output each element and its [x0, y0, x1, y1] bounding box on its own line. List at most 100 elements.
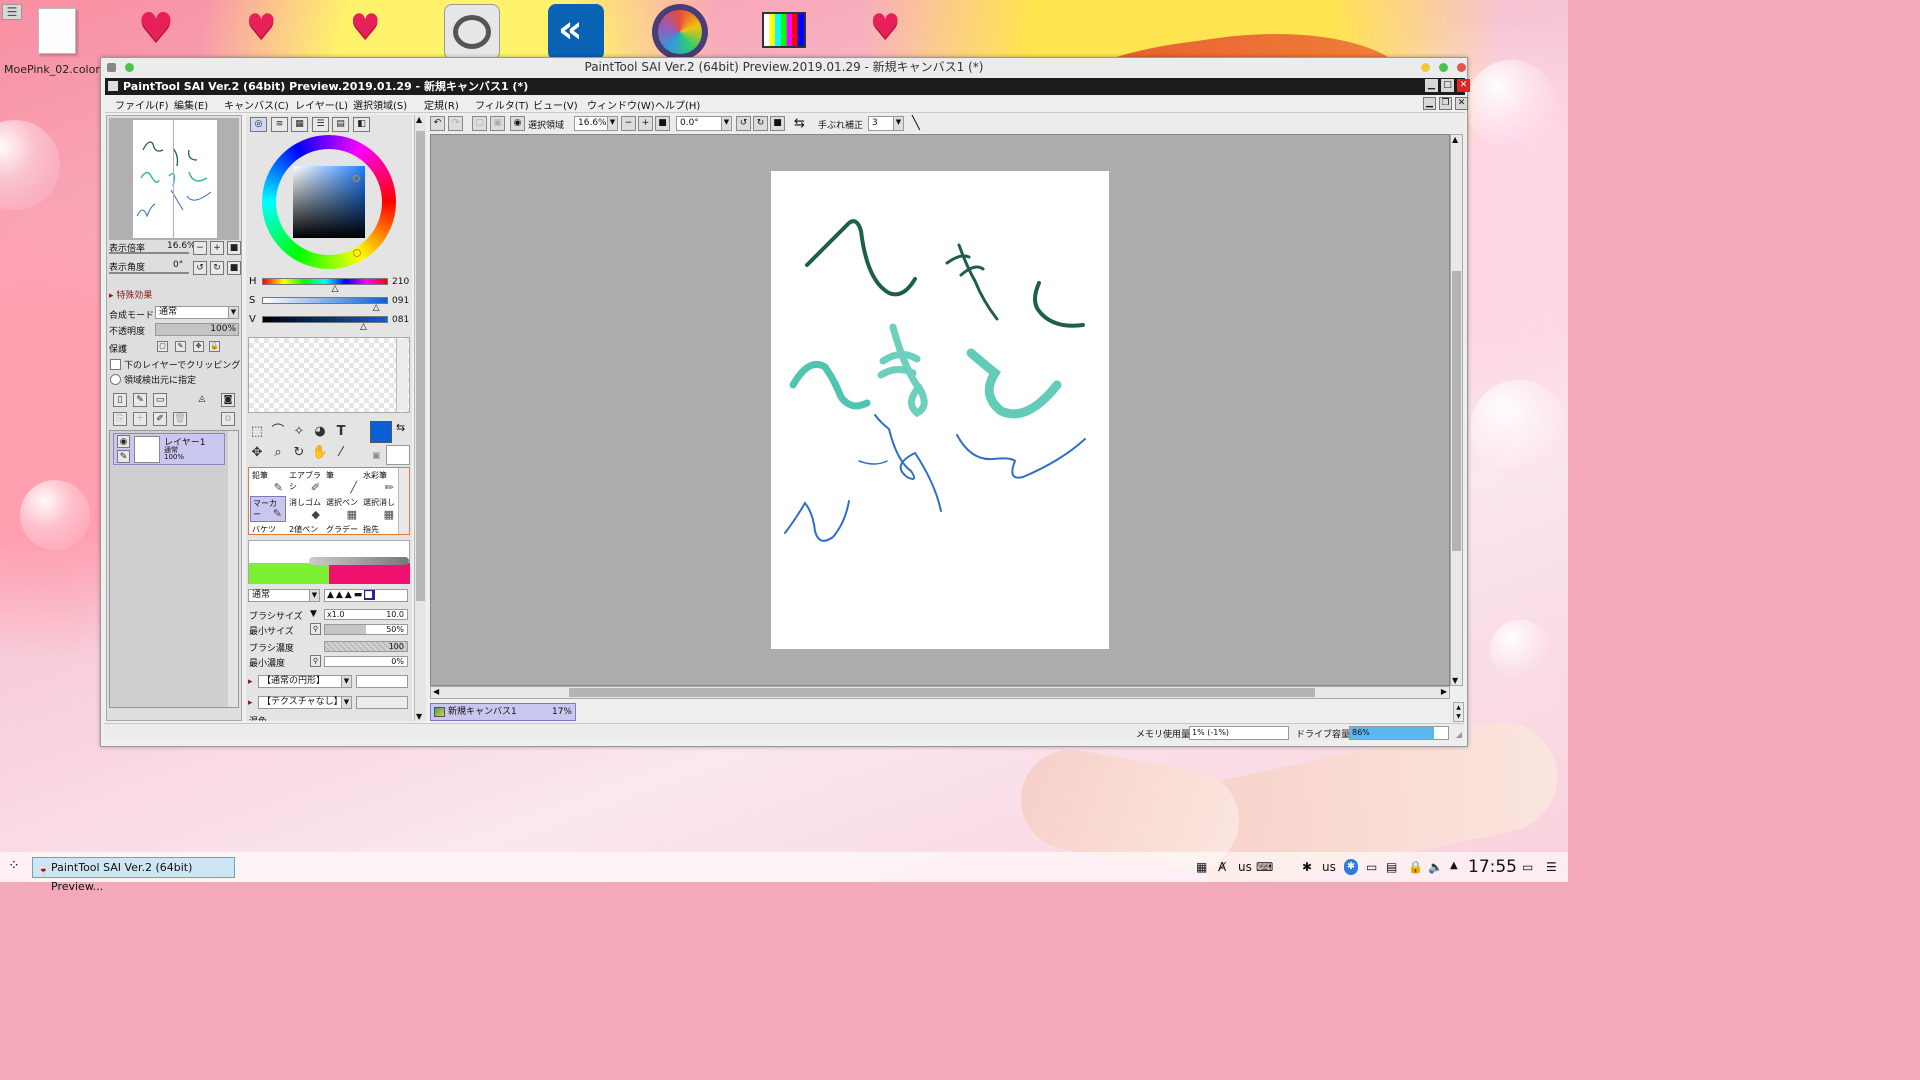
pressure-density-icon[interactable]: ⚲ — [310, 655, 321, 667]
menu-window[interactable]: ウィンドウ(W) — [587, 97, 655, 112]
zoom-in-button[interactable]: + — [210, 241, 224, 255]
mail-heart-icon-3[interactable]: ♥ — [860, 4, 916, 60]
flip-horizontal-icon[interactable]: ⇆ — [794, 116, 805, 131]
scroll-down-icon[interactable]: ▼ — [416, 712, 422, 721]
desktop-menu-button[interactable]: ☰ — [2, 4, 22, 20]
size-dropdown-icon[interactable]: ▼ — [310, 609, 317, 619]
selection-visible-icon[interactable]: ◉ — [510, 116, 525, 131]
resize-grip-icon[interactable]: ◢ — [1456, 730, 1462, 739]
menu-file[interactable]: ファイル(F) — [115, 97, 169, 112]
toolbar-rotate-reset[interactable]: ■ — [770, 116, 785, 131]
rotate-left-button[interactable]: ↺ — [193, 261, 207, 275]
cloud-sync-icon[interactable] — [444, 4, 500, 60]
scroll-right-icon[interactable]: ▶ — [1441, 687, 1447, 696]
new-layer-icon[interactable]: ▯ — [113, 393, 127, 407]
input-method-icon[interactable]: Ⱥ — [1218, 860, 1226, 874]
app-maximize-button[interactable]: □ — [1441, 79, 1454, 92]
canvas-horizontal-scrollbar[interactable]: ◀ ▶ — [430, 686, 1450, 699]
tool-finger[interactable]: 指先 — [361, 523, 397, 535]
transparent-color-icon[interactable]: ▣ — [372, 451, 381, 461]
pencil-lock-icon[interactable]: ✎ — [117, 450, 130, 463]
deselect-icon[interactable]: ▢ — [472, 116, 487, 131]
swatch-scrollbar[interactable] — [396, 339, 408, 411]
kde-connect-icon[interactable]: « — [548, 4, 604, 60]
menu-canvas[interactable]: キャンバス(C) — [224, 97, 289, 112]
text-tool-icon[interactable]: T — [332, 423, 350, 441]
drawing-canvas[interactable] — [771, 171, 1109, 649]
pressure-size-icon[interactable]: ⚲ — [310, 623, 321, 635]
toolbar-zoom-out[interactable]: − — [621, 116, 636, 131]
new-folder-icon[interactable]: ▭ — [153, 393, 167, 407]
protect-move-icon[interactable]: ✥ — [193, 341, 204, 352]
foreground-color-swatch[interactable] — [370, 421, 392, 443]
scroll-left-icon[interactable]: ◀ — [433, 687, 439, 696]
zoom-out-button[interactable]: − — [193, 241, 207, 255]
keyboard-layout-label-2[interactable]: us — [1322, 860, 1336, 874]
min-density-slider[interactable]: 0% — [324, 656, 408, 667]
menu-edit[interactable]: 編集(E) — [174, 97, 208, 112]
picasa-icon[interactable] — [652, 4, 708, 60]
menu-selection[interactable]: 選択領域(S) — [353, 97, 407, 112]
menu-layer[interactable]: レイヤー(L) — [295, 97, 348, 112]
toolbar-zoom-reset[interactable]: ■ — [655, 116, 670, 131]
mail-heart-icon-2[interactable]: ♥ — [340, 4, 396, 60]
rotate-reset-button[interactable]: ■ — [227, 261, 241, 275]
scroll-up-icon[interactable]: ▲ — [1452, 135, 1458, 144]
rotate-right-button[interactable]: ↻ — [210, 261, 224, 275]
toolbar-angle-select[interactable]: 0.0° ▼ — [676, 116, 732, 131]
eye-icon[interactable]: ◉ — [117, 435, 130, 448]
min-size-slider[interactable]: 50% — [324, 624, 408, 635]
rect-select-icon[interactable]: ⬚ — [248, 423, 266, 441]
effects-toggle[interactable]: ▸ 特殊効果 — [109, 288, 152, 301]
value-slider[interactable] — [262, 316, 388, 323]
maximize-icon[interactable] — [1439, 63, 1448, 72]
magic-wand-icon[interactable]: ✧ — [290, 423, 308, 441]
rotate-icon[interactable]: ↻ — [290, 444, 308, 462]
menu-icon[interactable]: ☰ — [1546, 860, 1557, 874]
texture-expand-icon[interactable]: ▸ — [248, 698, 253, 708]
hue-thumb[interactable]: △ — [331, 284, 338, 294]
lock-icon[interactable]: 🔒 — [1408, 860, 1423, 874]
toolbar-zoom-select[interactable]: 16.6% ▼ — [574, 116, 618, 131]
doc-close-button[interactable]: ✕ — [1455, 97, 1468, 110]
density-slider[interactable]: 100 — [324, 641, 408, 652]
clock[interactable]: 17:55 — [1468, 857, 1517, 877]
blend-mode-select[interactable]: 通常 ▼ — [155, 306, 239, 319]
volume-icon[interactable]: 🔈 — [1428, 860, 1443, 874]
menu-filter[interactable]: フィルタ(T) — [475, 97, 529, 112]
hue-cursor[interactable] — [353, 249, 361, 257]
toolbar-rotate-left[interactable]: ↺ — [736, 116, 751, 131]
saturation-thumb[interactable]: △ — [373, 303, 380, 313]
tray-expand-icon[interactable]: ▲ — [1450, 860, 1458, 871]
source-radio[interactable] — [110, 374, 121, 385]
pin-icon[interactable] — [125, 63, 134, 72]
tool-gradient[interactable]: グラデー — [324, 523, 360, 535]
app-close-button[interactable]: ✕ — [1457, 79, 1470, 92]
app-minimize-button[interactable]: ▁ — [1425, 79, 1438, 92]
new-pen-layer-icon[interactable]: ✎ — [133, 393, 147, 407]
merge-icon[interactable]: ＋ — [133, 412, 147, 426]
brush-mode-select[interactable]: 通常 ▼ — [248, 589, 320, 602]
toolbar-zoom-in[interactable]: + — [638, 116, 653, 131]
bluetooth-icon[interactable]: ✱ — [1302, 860, 1312, 874]
doc-minimize-button[interactable]: ▁ — [1423, 97, 1436, 110]
angle-slider[interactable] — [109, 272, 189, 274]
window-menu-icon[interactable] — [107, 63, 116, 72]
document-tab[interactable]: 新規キャンバス1 17% — [430, 703, 576, 721]
show-desktop-icon[interactable]: ▭ — [1522, 860, 1533, 874]
tool-brush[interactable]: 筆 ╱ — [324, 469, 360, 495]
shape-expand-icon[interactable]: ▸ — [248, 677, 253, 687]
color-wheel[interactable] — [262, 135, 396, 269]
clipboard-icon[interactable]: ▤ — [1386, 860, 1397, 874]
tool-panel-scrollbar[interactable]: ▲ ▼ — [414, 115, 426, 721]
tool-panel-scroll-thumb[interactable] — [416, 131, 425, 601]
brush-texture-select[interactable]: 【テクスチャなし】 ▼ — [258, 696, 352, 709]
scroll-down-icon[interactable]: ▼ — [1452, 676, 1458, 685]
canvas-vertical-scrollbar[interactable]: ▲ ▼ — [1450, 134, 1463, 686]
layer-row[interactable]: ◉ ✎ レイヤー1 通常 100% — [113, 433, 225, 465]
rgb-slider-tab[interactable]: ≡ — [271, 117, 288, 132]
tool-pencil[interactable]: 鉛筆 ✎ — [250, 469, 286, 495]
sv-cursor[interactable] — [353, 175, 360, 182]
tv-test-pattern-icon[interactable] — [756, 4, 812, 60]
scratchpad-tab[interactable]: ◧ — [353, 117, 370, 132]
